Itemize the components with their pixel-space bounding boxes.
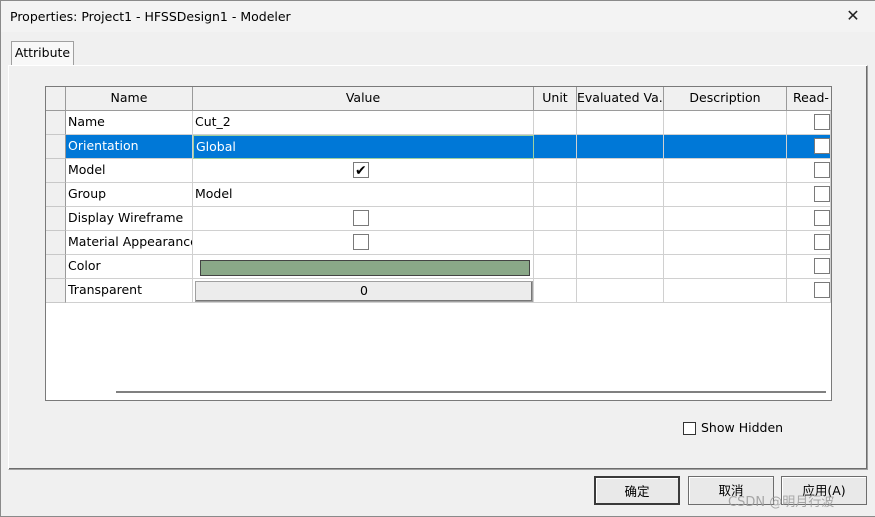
description-cell[interactable] [664,183,787,207]
corner-header [46,87,66,111]
description-cell[interactable] [664,231,787,255]
evaluated-cell [577,231,664,255]
property-name: Model [66,159,193,183]
read-only-checkbox[interactable] [814,162,830,178]
read-only-cell [787,207,831,231]
evaluated-cell [577,183,664,207]
read-only-checkbox[interactable] [814,114,830,130]
read-only-checkbox[interactable] [814,234,830,250]
read-only-cell [787,279,831,303]
transparency-button[interactable]: 0 [195,281,533,302]
color-swatch[interactable] [200,260,530,276]
description-cell[interactable] [664,159,787,183]
property-name: Display Wireframe [66,207,193,231]
display-wireframe-checkbox[interactable] [353,210,369,226]
row-header[interactable] [46,135,66,159]
material-appearance-checkbox[interactable] [353,234,369,250]
unit-cell [534,255,577,279]
column-header-readonly[interactable]: Read- [787,87,831,111]
property-name: Transparent [66,279,193,303]
description-cell[interactable] [664,135,787,159]
property-value [193,207,534,231]
scrollbar-thumb[interactable] [116,391,826,393]
property-name: Name [66,111,193,135]
property-name: Material Appearance [66,231,193,255]
row-header[interactable] [46,207,66,231]
show-hidden-checkbox[interactable] [683,422,696,435]
column-header-evaluated[interactable]: Evaluated Va... [577,87,664,111]
read-only-cell [787,183,831,207]
tab-strip: Attribute [1,32,875,66]
description-cell[interactable] [664,111,787,135]
property-value[interactable]: Model [193,183,534,207]
evaluated-cell [577,255,664,279]
property-value[interactable]: Global [193,135,534,159]
column-header-value[interactable]: Value [193,87,534,111]
read-only-cell [787,111,831,135]
unit-cell [534,279,577,303]
read-only-checkbox[interactable] [814,138,830,154]
property-name: Group [66,183,193,207]
unit-cell [534,183,577,207]
read-only-cell [787,255,831,279]
row-header[interactable] [46,231,66,255]
row-header[interactable] [46,279,66,303]
checkmark-icon: ✔ [355,163,367,179]
unit-cell [534,135,577,159]
ok-button[interactable]: 确定 [594,476,680,505]
property-value [193,255,534,279]
description-cell[interactable] [664,279,787,303]
property-value[interactable]: Cut_2 [193,111,534,135]
column-header-name[interactable]: Name [66,87,193,111]
window-title: Properties: Project1 - HFSSDesign1 - Mod… [10,9,291,24]
property-value: 0 [193,279,534,303]
evaluated-cell [577,159,664,183]
property-name: Color [66,255,193,279]
watermark: CSDN @明月行波 [728,495,835,510]
property-name: Orientation [66,135,193,159]
unit-cell [534,207,577,231]
property-grid: Name Value Unit Evaluated Va... Descript… [45,86,832,401]
row-header[interactable] [46,159,66,183]
read-only-cell [787,159,831,183]
title-bar: Properties: Project1 - HFSSDesign1 - Mod… [1,1,875,32]
row-header[interactable] [46,111,66,135]
evaluated-cell [577,135,664,159]
read-only-checkbox[interactable] [814,186,830,202]
row-header[interactable] [46,183,66,207]
read-only-checkbox[interactable] [814,282,830,298]
unit-cell [534,231,577,255]
row-header[interactable] [46,255,66,279]
description-cell[interactable] [664,207,787,231]
unit-cell [534,159,577,183]
model-checkbox[interactable]: ✔ [353,162,369,179]
column-header-unit[interactable]: Unit [534,87,577,111]
show-hidden-label: Show Hidden [701,420,784,435]
read-only-checkbox[interactable] [814,258,830,274]
property-value: ✔ [193,159,534,183]
evaluated-cell [577,279,664,303]
read-only-cell [787,135,831,159]
description-cell[interactable] [664,255,787,279]
read-only-cell [787,231,831,255]
property-value [193,231,534,255]
read-only-checkbox[interactable] [814,210,830,226]
tab-attribute[interactable]: Attribute [11,41,74,66]
unit-cell [534,111,577,135]
evaluated-cell [577,111,664,135]
evaluated-cell [577,207,664,231]
column-header-description[interactable]: Description [664,87,787,111]
close-icon[interactable]: ✕ [831,1,875,32]
